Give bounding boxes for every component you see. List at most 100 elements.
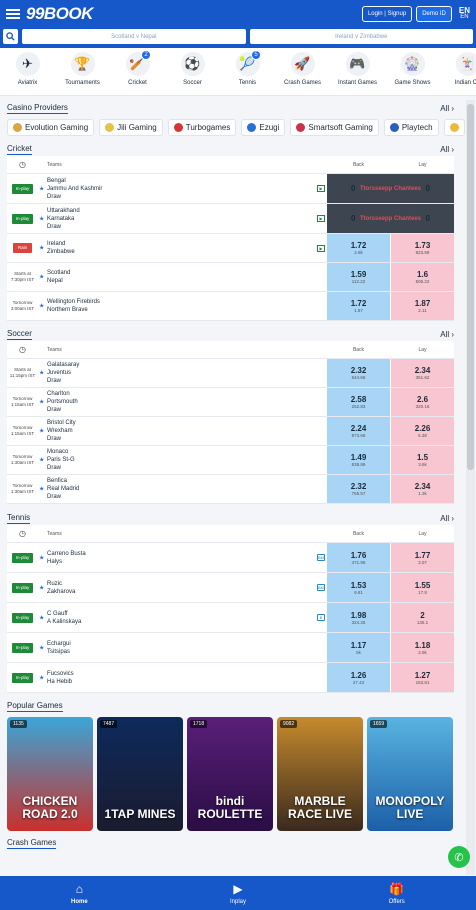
category-item[interactable]: 🎮 Instant Games [330, 52, 385, 86]
favorite-star-icon[interactable]: ★ [39, 185, 44, 192]
table-row[interactable]: Starts at 7:30pm IST ★ Scotland Nepal 1.59 11… [7, 263, 454, 292]
table-row[interactable]: Tomorrow 1:30am IST ★ Benfica Real Madrid Dr… [7, 475, 454, 504]
favorite-star-icon[interactable]: ★ [39, 457, 44, 464]
back-odds-button[interactable]: 1.72 1.87 [327, 292, 390, 320]
category-item[interactable]: 🚀 Crash Games [275, 52, 330, 86]
teams-cell[interactable]: ★ Echargui Tsitsipas [38, 640, 317, 656]
nav-offers[interactable]: 🎁 Offers [317, 876, 476, 910]
search-suggestion-left[interactable]: Scotland v Nepal [22, 29, 246, 44]
favorite-star-icon[interactable]: ★ [39, 274, 44, 281]
table-row[interactable]: In-play ★ C Gauff A Kalinskaya B 1.98 324.26 2 1… [7, 603, 454, 633]
bookmaker-icon[interactable]: B [317, 614, 325, 621]
teams-cell[interactable]: ★ Charlton Portsmouth Draw [38, 390, 317, 414]
cricket-all-link[interactable]: All › [440, 145, 454, 154]
back-odds-button[interactable]: 1.53 9.81 [327, 573, 390, 602]
teams-cell[interactable]: ★ Carreno Busta Halys [38, 550, 317, 566]
back-odds-button[interactable]: 1.59 112.22 [327, 263, 390, 291]
teams-cell[interactable]: ★ Wellington Firebirds Northern Brave [38, 298, 317, 314]
back-odds-button[interactable]: 1.98 324.26 [327, 603, 390, 632]
scrollbar-thumb[interactable] [467, 104, 474, 470]
game-card[interactable]: 9082 MARBLE RACE LIVE [277, 717, 363, 831]
game-card[interactable]: 1659 MONOPOLY LIVE [367, 717, 453, 831]
language-selector[interactable]: EN EN [459, 7, 470, 21]
site-logo[interactable]: 99BOOK [26, 4, 93, 24]
back-odds-button[interactable]: 2.58 252.83 [327, 388, 390, 416]
lay-odds-button[interactable]: 1.77 3.07 [391, 543, 454, 572]
lay-odds-button[interactable]: 2 136.1 [391, 603, 454, 632]
favorite-star-icon[interactable]: ★ [39, 245, 44, 252]
favorite-star-icon[interactable]: ★ [39, 370, 44, 377]
teams-cell[interactable]: ★ C Gauff A Kalinskaya [38, 610, 317, 626]
back-odds-button[interactable]: 2.32 765.57 [327, 475, 390, 503]
provider-chip[interactable]: Playtech [383, 119, 439, 136]
back-odds-button[interactable]: 2.24 973.66 [327, 417, 390, 445]
live-tv-icon[interactable]: ▶ [317, 244, 325, 252]
provider-chip[interactable]: Ezugi [241, 119, 286, 136]
lay-odds-button[interactable]: 1.5 3.6k [391, 446, 454, 474]
back-odds-button[interactable]: 2.32 544.66 [327, 359, 390, 387]
table-row[interactable]: Tomorrow 1:15am IST ★ Charlton Portsmouth Dr… [7, 388, 454, 417]
provider-chip[interactable]: Evolution Gaming [7, 119, 95, 136]
live-tv-icon[interactable]: ▶ [317, 215, 325, 222]
table-row[interactable]: Starts at 11:15pm IST ★ Galatasaray Juventu… [7, 359, 454, 388]
lay-odds-button[interactable]: 1.6 506.22 [391, 263, 454, 291]
lay-odds-button[interactable]: 1.55 17.8 [391, 573, 454, 602]
category-item[interactable]: 🎾 5 Tennis [220, 50, 275, 86]
teams-cell[interactable]: ★ Monaco Paris St-G Draw [38, 448, 317, 472]
game-card[interactable]: 1135 CHICKEN ROAD 2.0 [7, 717, 93, 831]
bookmaker-icon[interactable]: BM [317, 584, 325, 591]
demo-id-button[interactable]: Demo ID [416, 6, 452, 22]
whatsapp-icon[interactable]: ✆ [448, 846, 470, 868]
search-icon[interactable] [3, 29, 18, 44]
game-card[interactable]: 7487 1TAP MINES [97, 717, 183, 831]
back-odds-button[interactable]: 1.72 2.8k [327, 234, 390, 262]
menu-icon[interactable] [6, 9, 20, 19]
favorite-star-icon[interactable]: ★ [39, 674, 44, 681]
login-signup-button[interactable]: Login | Signup [361, 6, 413, 22]
lay-odds-button[interactable]: 1.73 823.59 [391, 234, 454, 262]
soccer-all-link[interactable]: All › [440, 330, 454, 339]
provider-chip[interactable]: Smartsoft Gaming [290, 119, 379, 136]
nav-home[interactable]: ⌂ Home [0, 876, 159, 910]
provider-chip[interactable]: Jili Gaming [99, 119, 163, 136]
teams-cell[interactable]: ★ Uttarakhand Karnataka Draw [38, 207, 317, 231]
back-odds-button[interactable]: 1.49 838.89 [327, 446, 390, 474]
table-row[interactable]: Tomorrow 1:30am IST ★ Monaco Paris St-G Draw… [7, 446, 454, 475]
search-suggestion-right[interactable]: Ireland v Zimbabwe [249, 29, 473, 44]
teams-cell[interactable]: ★ Fucsovics Ha Hebib [38, 670, 317, 686]
table-row[interactable]: In-play ★ Uttarakhand Karnataka Draw ▶ 0 0 Ttors… [7, 204, 454, 234]
teams-cell[interactable]: ★ Ruzic Zakharova [38, 580, 317, 596]
tennis-all-link[interactable]: All › [440, 514, 454, 523]
live-tv-icon[interactable]: ▶ [317, 185, 325, 192]
back-odds-button[interactable]: 1.26 27.43 [327, 663, 390, 692]
favorite-star-icon[interactable]: ★ [39, 614, 44, 621]
teams-cell[interactable]: ★ Bristol City Wrexham Draw [38, 419, 317, 443]
favorite-star-icon[interactable]: ★ [39, 486, 44, 493]
category-item[interactable]: ✈ Aviatrix [0, 52, 55, 86]
category-item[interactable]: 🃏 Indian Ca [440, 52, 476, 86]
category-item[interactable]: 🎡 Game Shows [385, 52, 440, 86]
favorite-star-icon[interactable]: ★ [39, 428, 44, 435]
favorite-star-icon[interactable]: ★ [39, 215, 44, 222]
casino-all-link[interactable]: All › [440, 104, 454, 113]
table-row[interactable]: In-play ★ Carreno Busta Halys BM 1.76 471.95 1.… [7, 543, 454, 573]
table-row[interactable]: Tomorrow 1:15am IST ★ Bristol City Wrexham D… [7, 417, 454, 446]
table-row[interactable]: Tomorrow 3:00am IST ★ Wellington Firebirds… [7, 292, 454, 321]
favorite-star-icon[interactable]: ★ [39, 303, 44, 310]
lay-odds-button[interactable]: 1.87 2.11 [391, 292, 454, 320]
table-row[interactable]: In-play ★ Bengal Jammu And Kashmir Draw ▶ 0 0 Tt… [7, 174, 454, 204]
teams-cell[interactable]: ★ Benfica Real Madrid Draw [38, 477, 317, 501]
category-item[interactable]: 🏏 2 Cricket [110, 50, 165, 86]
teams-cell[interactable]: ★ Scotland Nepal [38, 269, 317, 285]
category-item[interactable]: 🏆 Tournaments [55, 52, 110, 86]
provider-chip[interactable]: Turbogames [167, 119, 237, 136]
lay-odds-button[interactable]: 2.26 5.38 [391, 417, 454, 445]
category-item[interactable]: ⚽ Soccer [165, 52, 220, 86]
lay-odds-button[interactable]: 1.18 2.9k [391, 633, 454, 662]
favorite-star-icon[interactable]: ★ [39, 644, 44, 651]
teams-cell[interactable]: ★ Galatasaray Juventus Draw [38, 361, 317, 385]
game-card[interactable]: 1718 bindi ROULETTE [187, 717, 273, 831]
lay-odds-button[interactable]: 2.34 1.3k [391, 475, 454, 503]
lay-odds-button[interactable]: 2.34 351.62 [391, 359, 454, 387]
bookmaker-icon[interactable]: BM [317, 554, 325, 561]
